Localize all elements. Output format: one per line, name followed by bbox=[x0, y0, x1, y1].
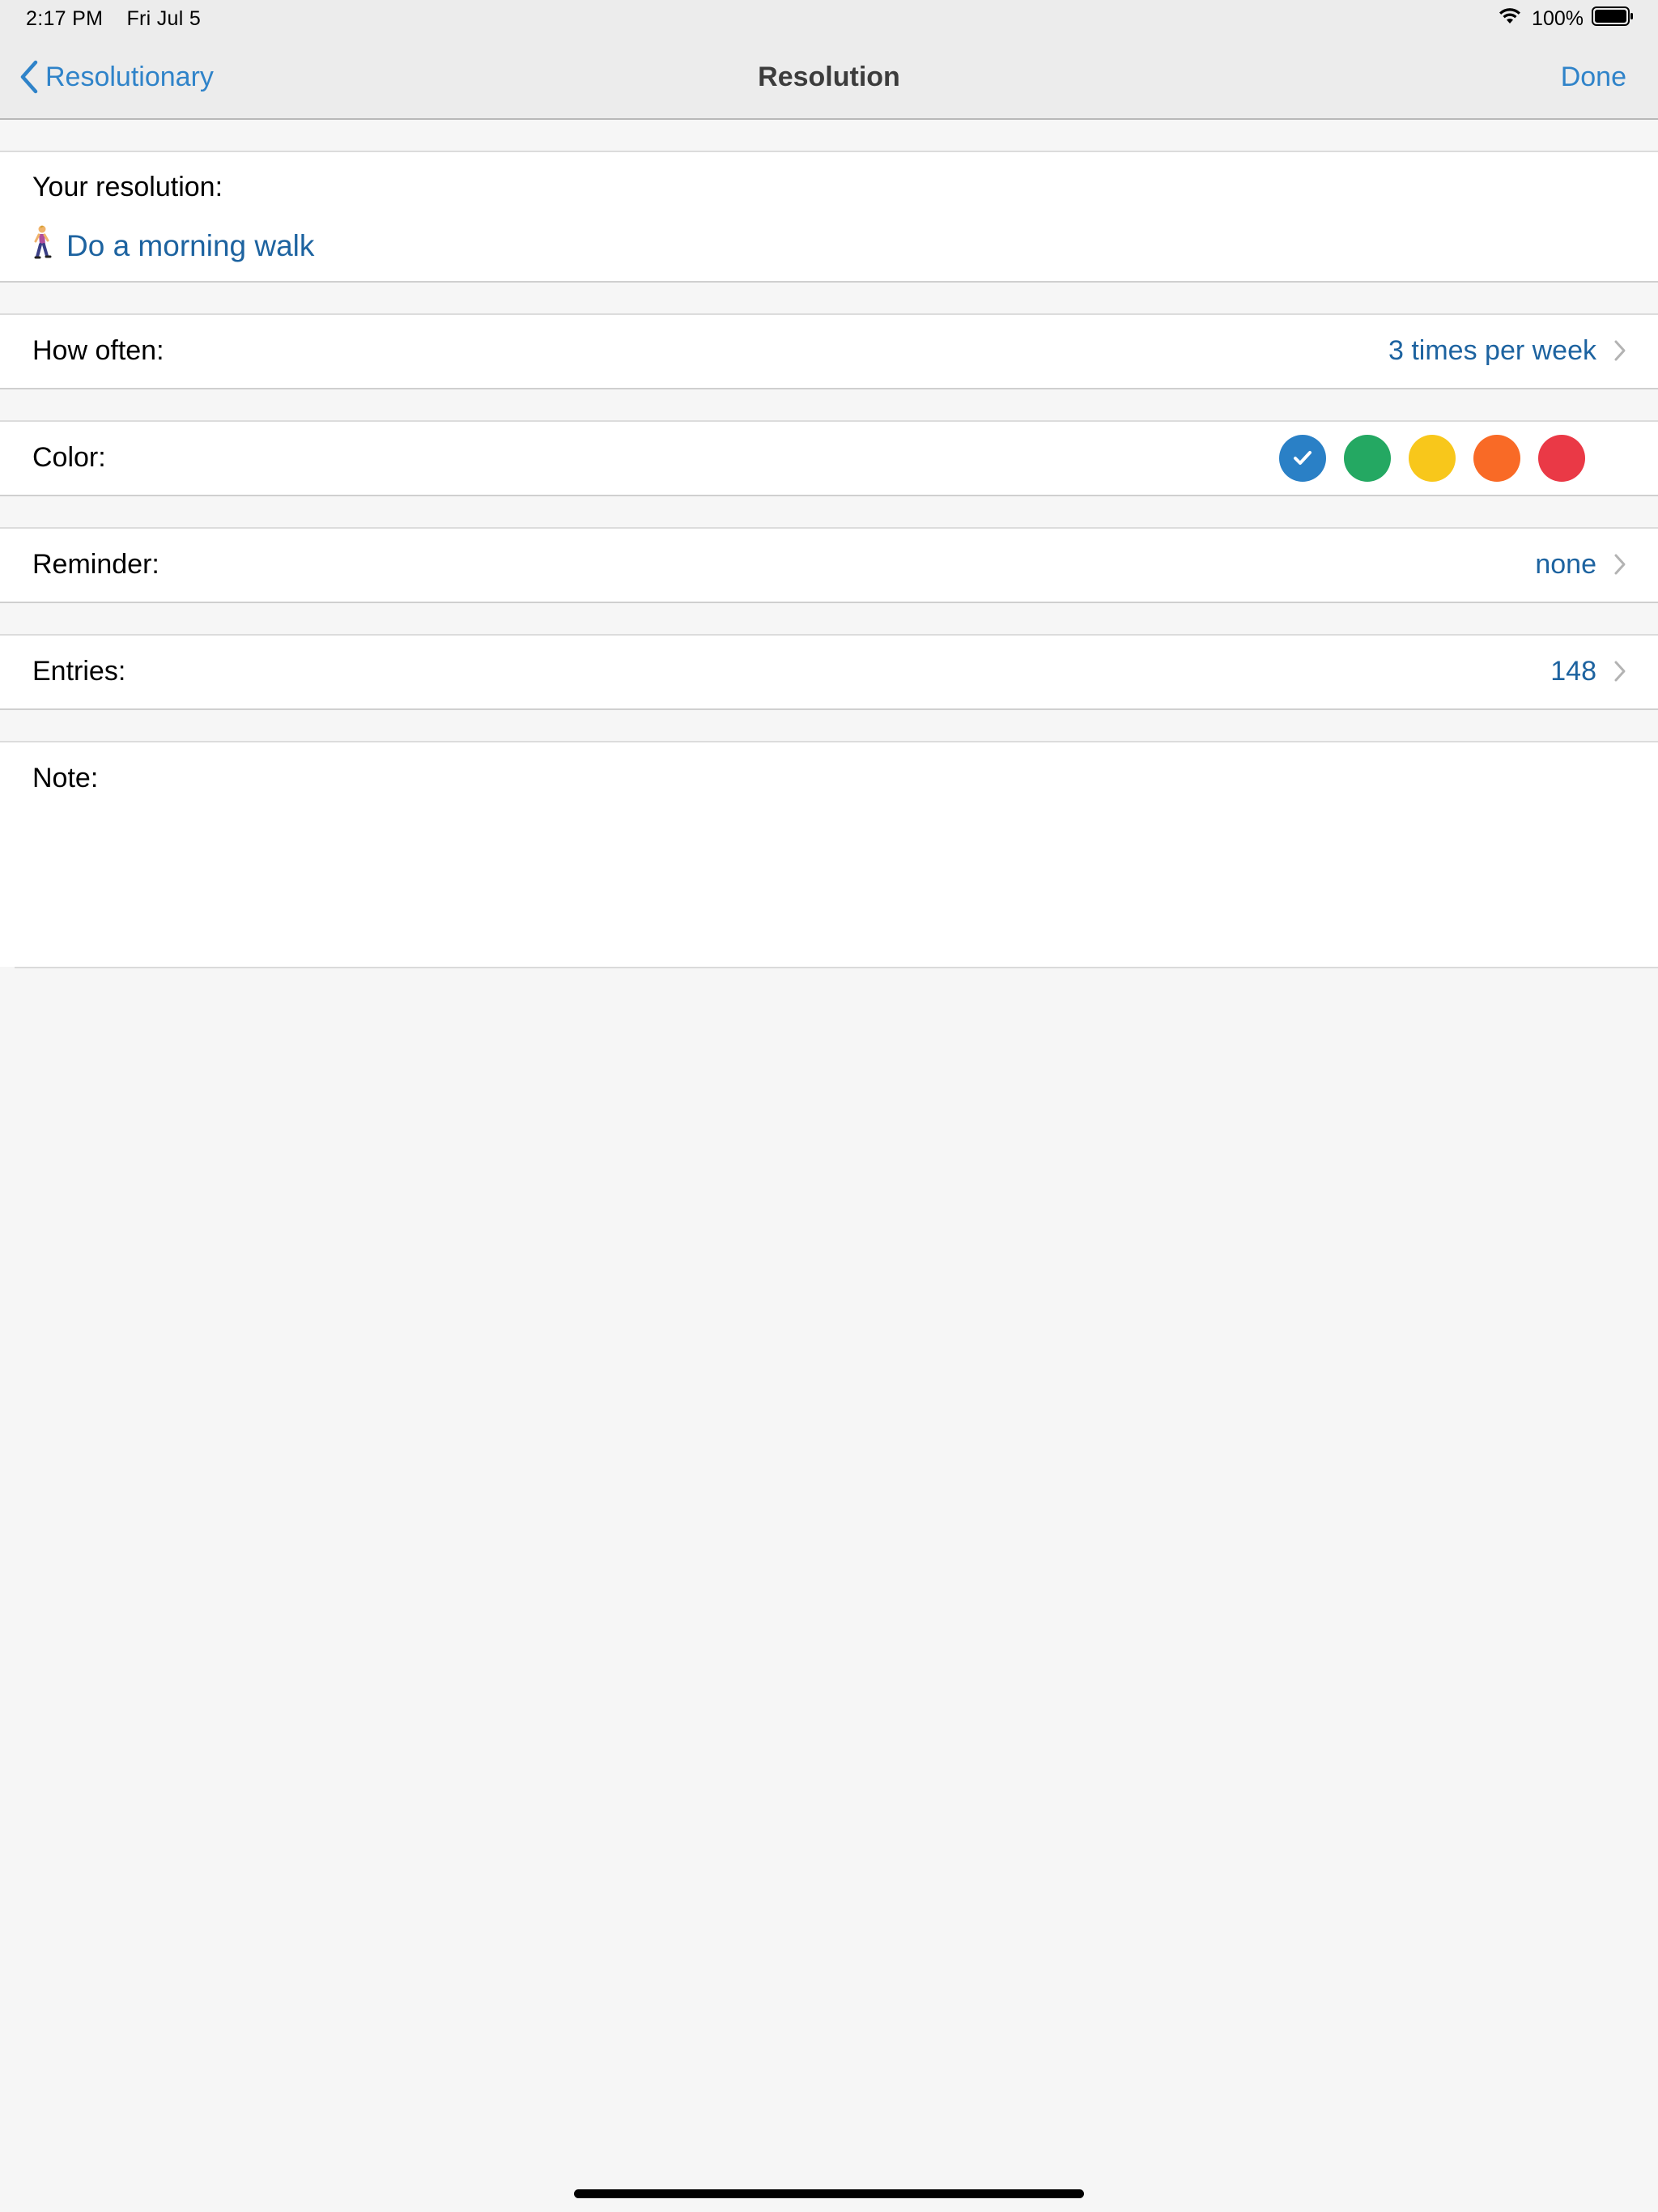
status-date: Fri Jul 5 bbox=[126, 7, 202, 30]
person-walking-icon bbox=[32, 225, 53, 266]
battery-percent: 100% bbox=[1532, 7, 1584, 30]
note-field[interactable]: Note: bbox=[0, 741, 1658, 967]
chevron-right-icon bbox=[1614, 661, 1626, 682]
color-swatch-blue[interactable] bbox=[1279, 435, 1326, 482]
color-swatch-yellow[interactable] bbox=[1409, 435, 1456, 482]
done-button[interactable]: Done bbox=[1561, 62, 1626, 93]
color-swatch-green[interactable] bbox=[1344, 435, 1391, 482]
status-time-date: 2:17 PM Fri Jul 5 bbox=[26, 7, 201, 31]
checkmark-icon bbox=[1294, 451, 1312, 465]
divider bbox=[15, 967, 1658, 968]
color-label: Color: bbox=[32, 442, 106, 473]
status-bar: 2:17 PM Fri Jul 5 100% bbox=[0, 0, 1658, 37]
resolution-label: Your resolution: bbox=[32, 172, 223, 202]
reminder-label: Reminder: bbox=[32, 549, 159, 580]
back-button-label: Resolutionary bbox=[45, 61, 214, 92]
how-often-label: How often: bbox=[32, 335, 164, 366]
navigation-bar: Resolutionary Resolution Done bbox=[0, 37, 1658, 120]
color-swatch-red[interactable] bbox=[1538, 435, 1585, 482]
entries-row[interactable]: Entries: 148 bbox=[0, 634, 1658, 710]
color-swatches bbox=[1261, 435, 1585, 482]
home-indicator[interactable] bbox=[574, 2189, 1084, 2198]
how-often-row[interactable]: How often: 3 times per week bbox=[0, 313, 1658, 389]
color-swatch-orange[interactable] bbox=[1473, 435, 1520, 482]
note-label: Note: bbox=[32, 763, 99, 793]
chevron-left-icon bbox=[20, 60, 38, 94]
wifi-icon bbox=[1498, 7, 1522, 31]
resolution-text: Do a morning walk bbox=[66, 228, 315, 262]
reminder-value[interactable]: none bbox=[1535, 549, 1596, 581]
chevron-right-icon bbox=[1614, 340, 1626, 361]
how-often-value[interactable]: 3 times per week bbox=[1388, 335, 1596, 367]
status-time: 2:17 PM bbox=[26, 7, 104, 30]
page-title: Resolution bbox=[758, 62, 900, 92]
resolution-text-field[interactable]: Do a morning walk bbox=[32, 225, 314, 266]
entries-value[interactable]: 148 bbox=[1550, 656, 1596, 687]
status-indicators: 100% bbox=[1498, 6, 1634, 32]
chevron-right-icon bbox=[1614, 554, 1626, 575]
color-row: Color: bbox=[0, 420, 1658, 496]
resolution-cell: Your resolution: Do a morning walk bbox=[0, 151, 1658, 283]
entries-label: Entries: bbox=[32, 656, 126, 687]
reminder-row[interactable]: Reminder: none bbox=[0, 527, 1658, 603]
battery-icon bbox=[1592, 6, 1634, 32]
back-button[interactable]: Resolutionary bbox=[19, 60, 214, 94]
